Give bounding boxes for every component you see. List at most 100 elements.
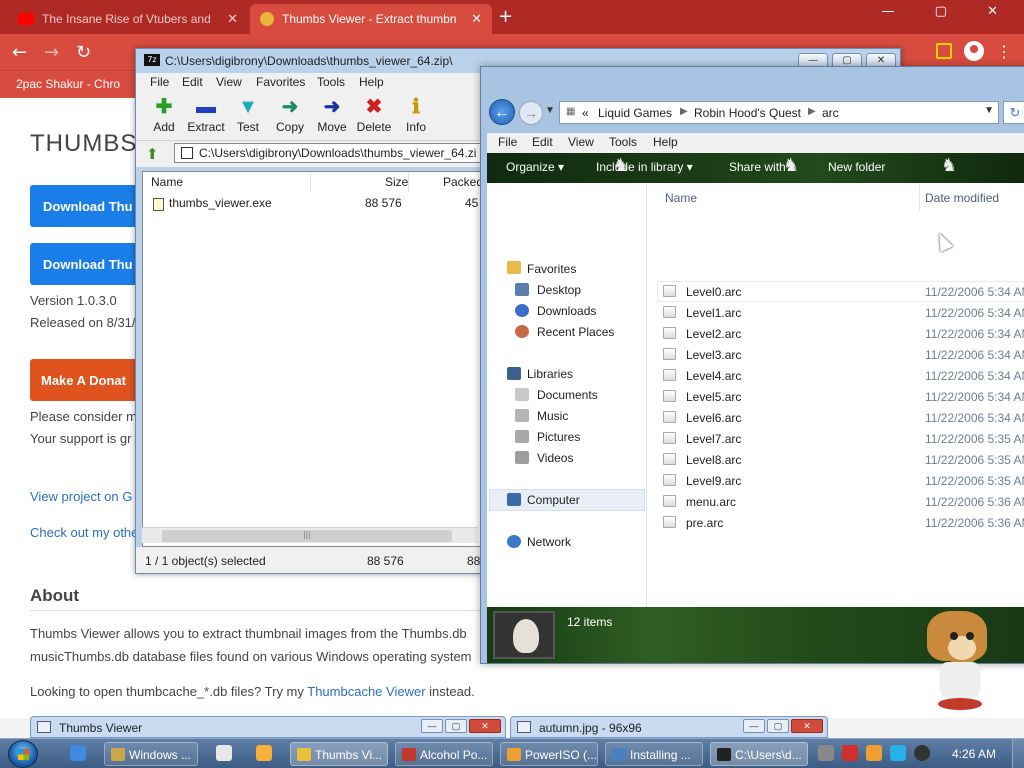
forward-button[interactable]: →: [519, 101, 543, 125]
horizontal-scrollbar[interactable]: |||: [142, 527, 478, 543]
new-folder-button[interactable]: New folder: [828, 160, 885, 174]
task-installing[interactable]: Installing ...: [605, 742, 703, 766]
maximize-button[interactable]: ▢: [767, 719, 789, 733]
chevron-down-icon[interactable]: ▼: [984, 105, 994, 116]
breadcrumb-robin-hoods-quest[interactable]: Robin Hood's Quest: [694, 106, 801, 120]
start-button[interactable]: [8, 740, 38, 768]
file-row[interactable]: menu.arc 11/22/2006 5:36 AM: [657, 491, 1024, 512]
reload-icon[interactable]: ↻: [76, 42, 91, 63]
refresh-button[interactable]: ↻: [1003, 101, 1024, 124]
internet-explorer-icon[interactable]: [70, 745, 86, 761]
minimize-button[interactable]: —: [421, 719, 443, 733]
menu-edit[interactable]: Edit: [182, 75, 203, 89]
close-button[interactable]: ✕: [791, 719, 823, 733]
move-button[interactable]: ➜ Move: [310, 97, 354, 134]
task-windows-explorer[interactable]: Windows ...: [104, 742, 198, 766]
add-button[interactable]: ✚ Add: [142, 97, 186, 134]
file-row[interactable]: Level7.arc 11/22/2006 5:35 AM: [657, 428, 1024, 449]
menu-favorites[interactable]: Favorites: [256, 75, 305, 89]
task-7zip[interactable]: C:\Users\d...: [710, 742, 808, 766]
menu-tools[interactable]: Tools: [317, 75, 345, 89]
file-row[interactable]: Level9.arc 11/22/2006 5:35 AM: [657, 470, 1024, 491]
file-row[interactable]: Level0.arc 11/22/2006 5:34 AM: [657, 281, 1024, 302]
nav-libraries[interactable]: Libraries: [527, 367, 573, 381]
autumn-image-window[interactable]: autumn.jpg - 96x96 — ▢ ✕: [510, 716, 828, 738]
tab-vtubers[interactable]: The Insane Rise of Vtubers and ✕: [8, 4, 248, 34]
file-row[interactable]: Level1.arc 11/22/2006 5:34 AM: [657, 302, 1024, 323]
github-link[interactable]: View project on G: [30, 489, 132, 504]
copy-button[interactable]: ➜ Copy: [268, 97, 312, 134]
nav-downloads[interactable]: Downloads: [537, 304, 596, 318]
nav-documents[interactable]: Documents: [537, 388, 598, 402]
include-in-library-button[interactable]: Include in library ▾: [596, 160, 693, 174]
test-button[interactable]: ▼ Test: [226, 97, 270, 134]
chevron-right-icon[interactable]: ▶: [680, 106, 688, 117]
media-player-icon[interactable]: [216, 745, 232, 761]
nav-network[interactable]: Network: [527, 535, 571, 549]
info-button[interactable]: ℹ Info: [394, 97, 438, 134]
menu-help[interactable]: Help: [359, 75, 384, 89]
column-name[interactable]: Name: [143, 172, 311, 192]
nav-desktop[interactable]: Desktop: [537, 283, 581, 297]
menu-view[interactable]: View: [568, 135, 594, 149]
other-projects-link[interactable]: Check out my othe: [30, 525, 138, 540]
menu-help[interactable]: Help: [653, 135, 678, 149]
menu-tools[interactable]: Tools: [609, 135, 637, 149]
file-row[interactable]: Level5.arc 11/22/2006 5:34 AM: [657, 386, 1024, 407]
explorer-address-bar[interactable]: ▦ « Liquid Games ▶ Robin Hood's Quest ▶ …: [559, 101, 999, 124]
thumbcache-viewer-link[interactable]: Thumbcache Viewer: [307, 684, 425, 699]
scrollbar-thumb[interactable]: |||: [162, 530, 452, 542]
nav-pictures[interactable]: Pictures: [537, 430, 580, 444]
column-date-modified[interactable]: Date modified: [925, 191, 999, 205]
task-alcohol[interactable]: Alcohol Po...: [395, 742, 493, 766]
back-arrow-icon[interactable]: ←: [12, 42, 27, 63]
breadcrumb-liquid-games[interactable]: Liquid Games: [598, 106, 672, 120]
task-poweriso[interactable]: PowerISO (...: [500, 742, 598, 766]
reader-mode-icon[interactable]: [936, 43, 952, 59]
new-tab-button[interactable]: +: [498, 6, 513, 27]
close-button[interactable]: ✕: [469, 719, 501, 733]
breadcrumb-overflow[interactable]: «: [582, 106, 589, 120]
file-row[interactable]: Level4.arc 11/22/2006 5:34 AM: [657, 365, 1024, 386]
file-row[interactable]: Level8.arc 11/22/2006 5:35 AM: [657, 449, 1024, 470]
clock[interactable]: 4:26 AM: [952, 747, 996, 761]
profile-avatar[interactable]: [964, 41, 984, 61]
nav-music[interactable]: Music: [537, 409, 568, 423]
delete-button[interactable]: ✖ Delete: [352, 97, 396, 134]
bookmark-2pac[interactable]: 2pac Shakur - Chro: [16, 77, 120, 91]
column-divider[interactable]: [919, 183, 920, 211]
nav-computer[interactable]: Computer: [527, 493, 580, 507]
history-dropdown-icon[interactable]: ▼: [545, 105, 555, 116]
volume-icon[interactable]: [914, 745, 930, 761]
tray-app-icon[interactable]: [818, 745, 834, 761]
thumbs-viewer-minimized-window[interactable]: Thumbs Viewer — ▢ ✕: [30, 716, 506, 738]
menu-file[interactable]: File: [150, 75, 169, 89]
nav-recent-places[interactable]: Recent Places: [537, 325, 614, 339]
file-row[interactable]: pre.arc 11/22/2006 5:36 AM: [657, 512, 1024, 533]
forward-arrow-icon[interactable]: →: [44, 42, 59, 63]
browser-window-controls[interactable]: — ▢ ✕: [882, 4, 1016, 19]
show-desktop-button[interactable]: [1012, 739, 1024, 768]
search-icon[interactable]: [866, 745, 882, 761]
column-size[interactable]: Size: [311, 172, 409, 192]
breadcrumb-arc[interactable]: arc: [822, 106, 839, 120]
organize-button[interactable]: Organize ▾: [506, 160, 564, 174]
column-name[interactable]: Name: [665, 191, 697, 205]
minimize-button[interactable]: —: [743, 719, 765, 733]
close-tab-icon[interactable]: ✕: [219, 11, 238, 27]
unknown-app-icon[interactable]: [256, 745, 272, 761]
file-row[interactable]: Level6.arc 11/22/2006 5:34 AM: [657, 407, 1024, 428]
chevron-right-icon[interactable]: ▶: [808, 106, 816, 117]
antivirus-icon[interactable]: [842, 745, 858, 761]
menu-dots-icon[interactable]: ⋮: [996, 42, 1012, 61]
nav-videos[interactable]: Videos: [537, 451, 573, 465]
file-row[interactable]: Level3.arc 11/22/2006 5:34 AM: [657, 344, 1024, 365]
menu-view[interactable]: View: [216, 75, 242, 89]
task-chrome[interactable]: Thumbs Vi...: [290, 742, 388, 766]
extract-button[interactable]: ▬ Extract: [184, 97, 228, 134]
menu-edit[interactable]: Edit: [532, 135, 553, 149]
maximize-button[interactable]: ▢: [445, 719, 467, 733]
menu-file[interactable]: File: [498, 135, 517, 149]
nav-favorites[interactable]: Favorites: [527, 262, 576, 276]
display-icon[interactable]: [890, 745, 906, 761]
